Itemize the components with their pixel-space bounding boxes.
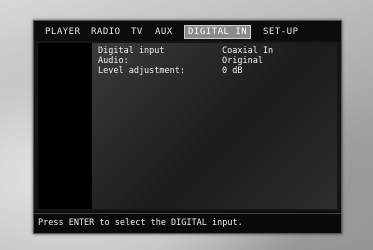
setting-row-level-adjustment[interactable]: Level adjustment: 0 dB	[98, 66, 333, 76]
settings-panel: Digital input Coaxial In Audio: Original…	[92, 43, 337, 209]
setting-value[interactable]: 0 dB	[222, 66, 242, 76]
status-bar: Press ENTER to select the DIGITAL input.	[34, 213, 341, 232]
menu-bar: PLAYER RADIO TV AUX DIGITAL IN SET-UP	[34, 23, 341, 41]
osd-menu-window: PLAYER RADIO TV AUX DIGITAL IN SET-UP Di…	[33, 20, 342, 234]
setting-label: Digital input	[98, 46, 165, 56]
tab-set-up[interactable]: SET-UP	[260, 26, 302, 38]
content-area: Digital input Coaxial In Audio: Original…	[34, 41, 341, 211]
setting-row-digital-input[interactable]: Digital input Coaxial In	[98, 46, 333, 56]
setting-value[interactable]: Coaxial In	[222, 46, 273, 56]
tab-tv[interactable]: TV	[128, 26, 146, 38]
setting-row-audio[interactable]: Audio: Original	[98, 56, 333, 66]
tab-digital-in[interactable]: DIGITAL IN	[184, 25, 252, 39]
status-message: Press ENTER to select the DIGITAL input.	[38, 218, 243, 228]
tab-radio[interactable]: RADIO	[88, 26, 124, 38]
setting-label: Level adjustment:	[98, 66, 185, 76]
tab-aux[interactable]: AUX	[152, 26, 176, 38]
setting-value[interactable]: Original	[222, 56, 263, 66]
tab-player[interactable]: PLAYER	[42, 26, 84, 38]
sidebar-panel	[38, 43, 92, 209]
setting-label: Audio:	[98, 56, 129, 66]
